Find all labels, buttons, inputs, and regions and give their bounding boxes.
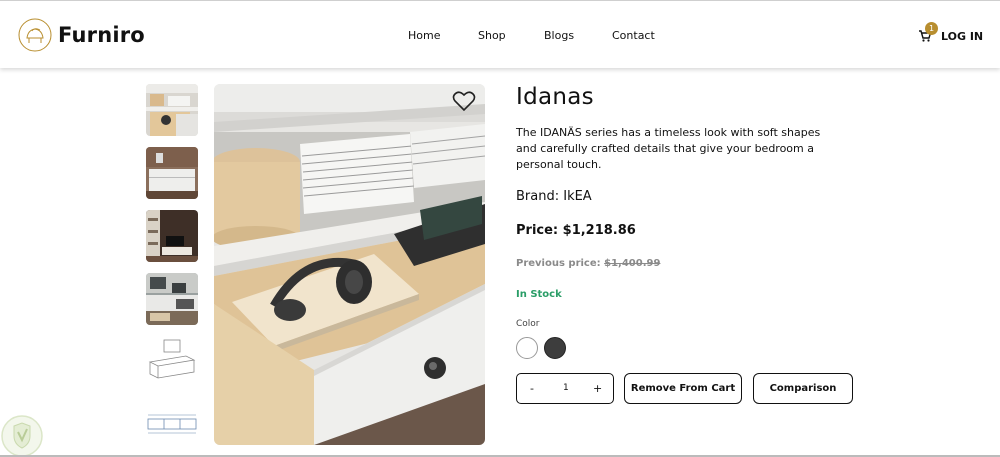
color-swatch-dark[interactable]: [544, 337, 566, 359]
thumbnail-6[interactable]: [146, 399, 198, 451]
chair-logo-icon: [18, 18, 52, 52]
product-description: The IDANÄS series has a timeless look wi…: [516, 126, 821, 171]
site-header: Furniro Home Shop Blogs Contact 1 LOG IN: [0, 0, 1000, 68]
thumbnail-3[interactable]: [146, 210, 198, 262]
product-title: Idanas: [516, 84, 594, 110]
quantity-decrease-button[interactable]: -: [530, 382, 534, 395]
quantity-value[interactable]: 1: [563, 383, 569, 393]
product-brand: Brand: IkEA: [516, 189, 592, 204]
thumbnail-2[interactable]: [146, 147, 198, 199]
previous-price-label: Previous price:: [516, 258, 601, 269]
nav-shop[interactable]: Shop: [478, 29, 506, 42]
color-swatch-white[interactable]: [516, 337, 538, 359]
previous-price: Previous price: $1,400.99: [516, 258, 660, 269]
remove-from-cart-button[interactable]: Remove From Cart: [624, 373, 742, 404]
product-main-image[interactable]: [214, 84, 485, 445]
nav-contact[interactable]: Contact: [612, 29, 655, 42]
quantity-increase-button[interactable]: +: [593, 382, 602, 395]
cart-count-badge: 1: [925, 22, 938, 35]
thumbnail-5[interactable]: [146, 336, 198, 388]
shield-badge-icon: [1, 415, 43, 457]
nav-blogs[interactable]: Blogs: [544, 29, 574, 42]
previous-price-value: $1,400.99: [604, 258, 661, 269]
comparison-button[interactable]: Comparison: [753, 373, 853, 404]
thumbnail-1[interactable]: [146, 84, 198, 136]
quantity-stepper: - 1 +: [516, 373, 614, 404]
nav-home[interactable]: Home: [408, 29, 440, 42]
login-link[interactable]: LOG IN: [941, 30, 983, 43]
color-label: Color: [516, 319, 540, 329]
heart-icon[interactable]: [452, 90, 476, 112]
brand-name: Furniro: [58, 23, 145, 47]
thumbnail-4[interactable]: [146, 273, 198, 325]
product-price: Price: $1,218.86: [516, 223, 636, 238]
stock-status: In Stock: [516, 289, 562, 300]
brand-logo[interactable]: Furniro: [18, 18, 145, 52]
